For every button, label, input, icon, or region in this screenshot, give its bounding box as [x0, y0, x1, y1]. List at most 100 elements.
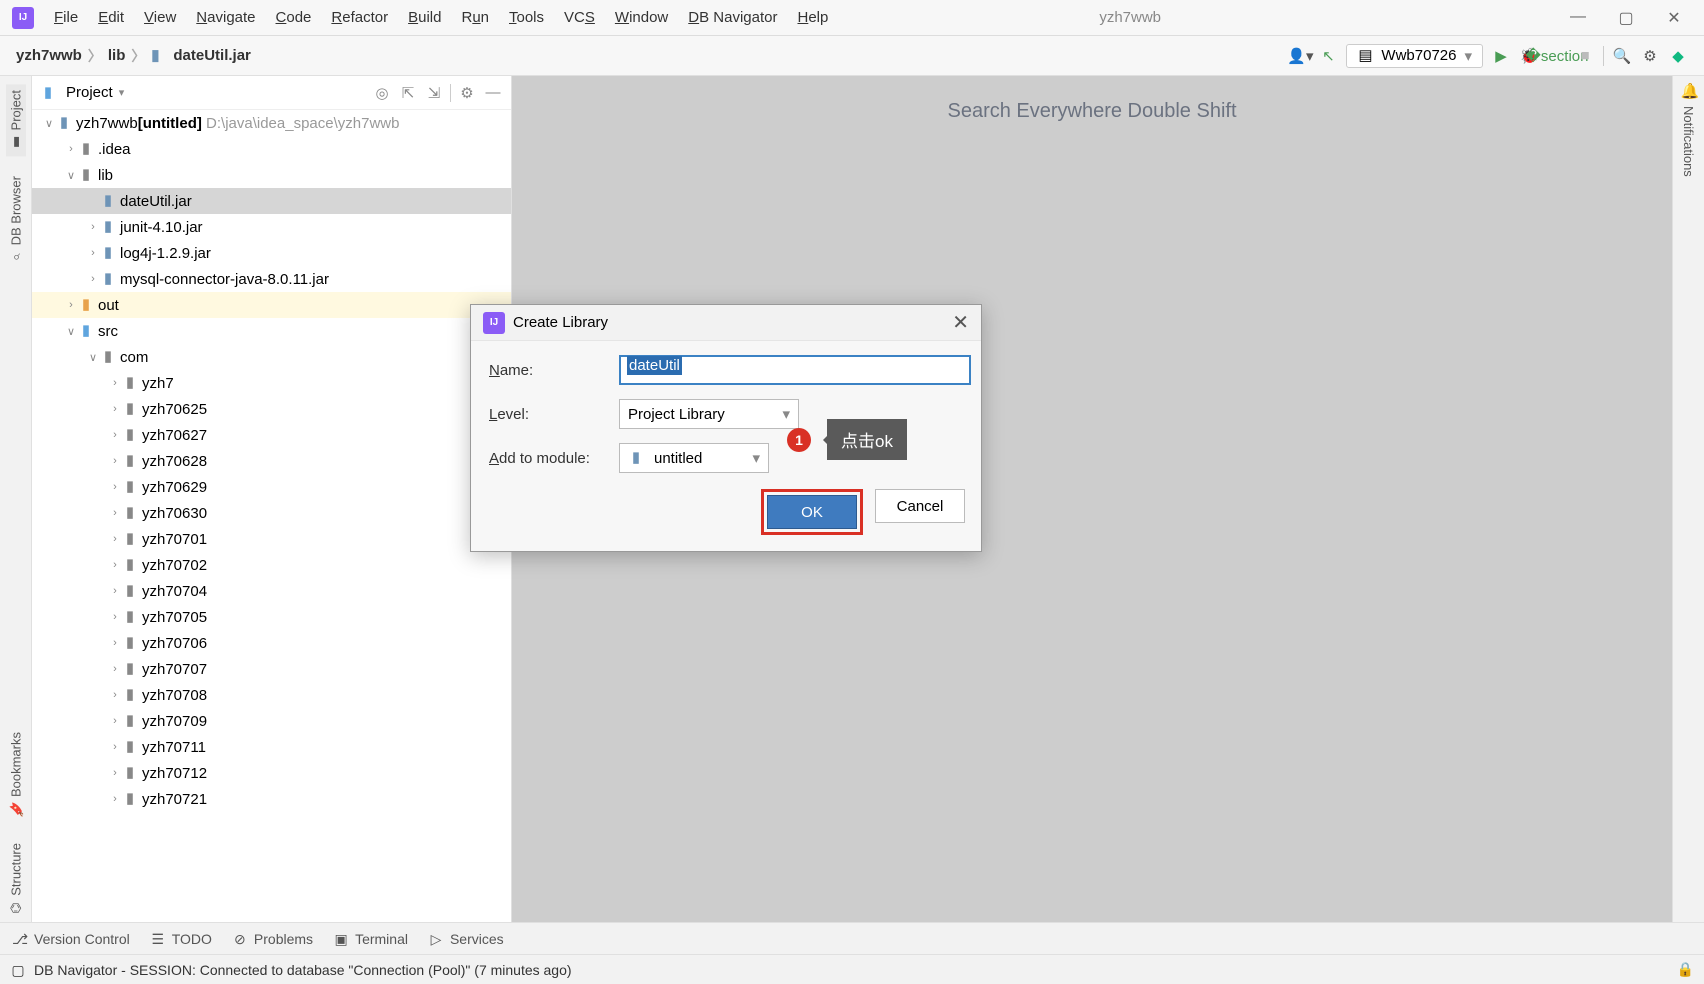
- chevron-icon[interactable]: ›: [108, 533, 122, 545]
- bell-icon[interactable]: 🔔: [1681, 84, 1697, 100]
- close-button[interactable]: ✕: [1660, 8, 1688, 28]
- tree-row[interactable]: ›▮.idea: [32, 136, 511, 162]
- maximize-button[interactable]: ▢: [1612, 8, 1640, 28]
- tree-row[interactable]: ▮dateUtil.jar: [32, 188, 511, 214]
- project-tree[interactable]: ∨▮yzh7wwb [untitled] D:\java\idea_space\…: [32, 110, 511, 922]
- tree-row[interactable]: ∨▮yzh7wwb [untitled] D:\java\idea_space\…: [32, 110, 511, 136]
- left-tab-bookmarks[interactable]: 🔖Bookmarks: [6, 726, 26, 823]
- target-icon[interactable]: ◎: [372, 84, 392, 102]
- chevron-icon[interactable]: ›: [108, 559, 122, 571]
- tree-row[interactable]: ›▮yzh70721: [32, 786, 511, 812]
- stop-button[interactable]: ■: [1571, 42, 1599, 70]
- crumb-project[interactable]: yzh7wwb: [12, 45, 86, 66]
- menu-view[interactable]: View: [136, 5, 184, 30]
- minimize-button[interactable]: —: [1564, 8, 1592, 28]
- tree-row[interactable]: ›▮yzh70704: [32, 578, 511, 604]
- tree-row[interactable]: ›▮out: [32, 292, 511, 318]
- chevron-icon[interactable]: ›: [108, 611, 122, 623]
- gear-icon[interactable]: ⚙: [1636, 42, 1664, 70]
- chevron-icon[interactable]: ›: [108, 663, 122, 675]
- bottom-tool-services[interactable]: ▷Services: [428, 931, 504, 947]
- left-tab-structure[interactable]: ⌬Structure: [6, 837, 26, 922]
- chevron-icon[interactable]: ›: [108, 767, 122, 779]
- menu-file[interactable]: File: [46, 5, 86, 30]
- bottom-tool-terminal[interactable]: ▣Terminal: [333, 931, 408, 947]
- tree-row[interactable]: ›▮yzh70708: [32, 682, 511, 708]
- tree-row[interactable]: ›▮yzh70629: [32, 474, 511, 500]
- bottom-tool-vcs[interactable]: ⎇Version Control: [12, 931, 130, 947]
- chevron-icon[interactable]: ›: [64, 143, 78, 155]
- menu-tools[interactable]: Tools: [501, 5, 552, 30]
- menu-edit[interactable]: Edit: [90, 5, 132, 30]
- tree-row[interactable]: ›▮log4j-1.2.9.jar: [32, 240, 511, 266]
- coverage-button[interactable]: �section: [1543, 42, 1571, 70]
- menu-build[interactable]: Build: [400, 5, 449, 30]
- menu-navigate[interactable]: Navigate: [188, 5, 263, 30]
- name-field[interactable]: dateUtil: [619, 355, 971, 385]
- chevron-icon[interactable]: ›: [86, 273, 100, 285]
- run-button[interactable]: ▶: [1487, 42, 1515, 70]
- project-panel-title[interactable]: ▮ Project ▾: [40, 84, 124, 101]
- build-hammer-icon[interactable]: ↖: [1314, 42, 1342, 70]
- crumb-lib[interactable]: lib: [104, 45, 130, 66]
- menu-refactor[interactable]: Refactor: [323, 5, 396, 30]
- right-tab-notifications[interactable]: Notifications: [1679, 100, 1698, 183]
- chevron-icon[interactable]: ∨: [86, 351, 100, 364]
- chevron-icon[interactable]: ›: [108, 793, 122, 805]
- chevron-icon[interactable]: ›: [108, 403, 122, 415]
- tree-row[interactable]: ›▮yzh70625: [32, 396, 511, 422]
- tree-row[interactable]: ›▮yzh70705: [32, 604, 511, 630]
- bottom-tool-todo[interactable]: ☰TODO: [150, 931, 212, 947]
- chevron-icon[interactable]: ›: [108, 429, 122, 441]
- tree-row[interactable]: ›▮yzh70627: [32, 422, 511, 448]
- chevron-icon[interactable]: ›: [108, 507, 122, 519]
- menu-vcs[interactable]: VCS: [556, 5, 603, 30]
- chevron-icon[interactable]: ›: [108, 481, 122, 493]
- tree-row[interactable]: ›▮yzh70706: [32, 630, 511, 656]
- tree-row[interactable]: ∨▮lib: [32, 162, 511, 188]
- collapse-all-icon[interactable]: ⇲: [424, 84, 444, 102]
- tree-row[interactable]: ›▮yzh70711: [32, 734, 511, 760]
- tree-row[interactable]: ∨▮com: [32, 344, 511, 370]
- bottom-tool-problems[interactable]: ⊘Problems: [232, 931, 313, 947]
- chevron-icon[interactable]: ›: [108, 455, 122, 467]
- hide-panel-icon[interactable]: —: [483, 84, 503, 102]
- menu-window[interactable]: Window: [607, 5, 676, 30]
- menu-code[interactable]: Code: [268, 5, 320, 30]
- tree-row[interactable]: ›▮mysql-connector-java-8.0.11.jar: [32, 266, 511, 292]
- tree-row[interactable]: ›▮yzh70712: [32, 760, 511, 786]
- cancel-button[interactable]: Cancel: [875, 489, 965, 523]
- tree-row[interactable]: ›▮yzh70709: [32, 708, 511, 734]
- left-tab-dbbrowser[interactable]: ⌕DB Browser: [6, 170, 26, 271]
- menu-dbnav[interactable]: DB Navigator: [680, 5, 785, 30]
- tree-row[interactable]: ›▮yzh70707: [32, 656, 511, 682]
- chevron-icon[interactable]: ›: [108, 585, 122, 597]
- level-select[interactable]: Project Library ▾: [619, 399, 799, 429]
- user-icon[interactable]: 👤▾: [1286, 42, 1314, 70]
- chevron-icon[interactable]: ∨: [42, 117, 56, 130]
- tree-row[interactable]: ›▮yzh7: [32, 370, 511, 396]
- lock-icon[interactable]: 🔒: [1677, 961, 1694, 978]
- chevron-icon[interactable]: ›: [108, 637, 122, 649]
- tree-row[interactable]: ∨▮src: [32, 318, 511, 344]
- chevron-icon[interactable]: ›: [108, 689, 122, 701]
- tree-row[interactable]: ›▮yzh70701: [32, 526, 511, 552]
- tree-row[interactable]: ›▮yzh70630: [32, 500, 511, 526]
- chevron-icon[interactable]: ›: [108, 715, 122, 727]
- search-icon[interactable]: 🔍: [1608, 42, 1636, 70]
- chevron-icon[interactable]: ∨: [64, 325, 78, 338]
- expand-all-icon[interactable]: ⇱: [398, 84, 418, 102]
- tree-row[interactable]: ›▮junit-4.10.jar: [32, 214, 511, 240]
- jetbrains-icon[interactable]: ◆: [1664, 42, 1692, 70]
- chevron-icon[interactable]: ∨: [64, 169, 78, 182]
- chevron-icon[interactable]: ›: [64, 299, 78, 311]
- chevron-icon[interactable]: ›: [108, 741, 122, 753]
- menu-help[interactable]: Help: [789, 5, 836, 30]
- ok-button[interactable]: OK: [767, 495, 857, 529]
- tree-row[interactable]: ›▮yzh70628: [32, 448, 511, 474]
- chevron-icon[interactable]: ›: [108, 377, 122, 389]
- menu-run[interactable]: Run: [453, 5, 497, 30]
- module-select[interactable]: ▮ untitled ▾: [619, 443, 769, 473]
- run-configuration-select[interactable]: ▤ Wwb70726 ▾: [1346, 44, 1483, 68]
- crumb-file[interactable]: dateUtil.jar: [169, 45, 255, 66]
